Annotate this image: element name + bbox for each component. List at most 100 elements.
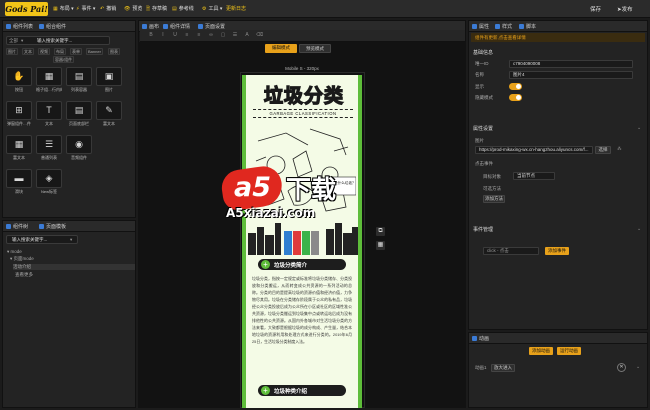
clear-icon[interactable]: ⌫	[256, 32, 263, 38]
run-animation-button[interactable]: 运行动画	[557, 347, 581, 355]
add-event-button[interactable]: 添加事件	[545, 247, 569, 255]
filter-chip[interactable]: 容器/组件	[53, 56, 75, 63]
toggle-label: 隐藏模式	[475, 95, 493, 100]
filter-chip[interactable]: 表单	[70, 48, 82, 55]
filter-chip[interactable]: 视频	[38, 48, 50, 55]
grid-icon: ▦	[36, 67, 62, 86]
add-animation-button[interactable]: 添加动画	[529, 347, 553, 355]
underline-icon[interactable]: U	[172, 32, 178, 38]
component-text[interactable]: T 文本	[36, 101, 62, 126]
tab-component-tree[interactable]: 组件树	[6, 223, 28, 230]
component-list-container[interactable]: ▤ 列表容器	[66, 67, 92, 92]
tab-styles[interactable]: 样式	[495, 23, 512, 30]
upload-button[interactable]: 选择	[595, 146, 611, 154]
filter-chip[interactable]: 图表	[108, 48, 120, 55]
chevron-down-icon[interactable]: ⌄	[636, 364, 640, 370]
add-method-button[interactable]: 添加方法	[483, 195, 505, 203]
component-footer[interactable]: ▤ 页面底部栏	[66, 101, 92, 126]
tab-page-settings[interactable]: 页面设置	[198, 23, 225, 30]
tree-icon	[6, 224, 11, 229]
filter-chip[interactable]: 文本	[22, 48, 34, 55]
component-search[interactable]: 全部 ▾ 输入搜索关键字...	[6, 36, 110, 45]
plus-icon: +	[261, 386, 270, 395]
tab-properties[interactable]: 属性	[472, 23, 489, 30]
tab-script[interactable]: 脚本	[519, 23, 536, 30]
component-popup[interactable]: ⊞ 弹窗组件…件	[6, 101, 32, 126]
list-icon[interactable]: ☰	[232, 32, 238, 38]
link-icon[interactable]: ∞	[208, 32, 214, 38]
edit-mode-button[interactable]: 编辑模式	[265, 44, 297, 53]
id-field[interactable]: c7904090008	[509, 60, 633, 68]
update-notice[interactable]: 组件有更新,点击查看详情	[471, 33, 645, 42]
image-url-field[interactable]: https://prod-mikaxing-wx.cn-hangzhou.ali…	[475, 146, 593, 154]
device-size-label: Mobile S - 320px	[285, 66, 319, 71]
save-button[interactable]: 保存	[590, 5, 601, 13]
chevron-down-icon[interactable]: ⌄	[637, 125, 641, 131]
page-title: 垃圾分类	[263, 84, 344, 107]
target-select[interactable]: 当前节点	[513, 172, 555, 180]
event-select[interactable]: click - 点击	[483, 247, 539, 255]
name-field[interactable]: 图片4	[509, 71, 633, 79]
italic-icon[interactable]: I	[160, 32, 166, 38]
tree-search[interactable]: 输入搜索关键字... ▾	[6, 235, 78, 244]
section-title: 垃圾种类介绍	[274, 389, 308, 395]
chevron-down-icon: ▾	[21, 38, 24, 43]
menu-guides[interactable]: ▤ 参考线	[172, 5, 194, 12]
tab-component-list[interactable]: 组件列表	[6, 23, 33, 30]
tree-item[interactable]: ▾ mode	[7, 249, 22, 255]
hidden-mode-toggle[interactable]	[509, 94, 522, 101]
body-text: 垃圾分类，指按一定规定或标准将垃圾分类储存、分类投放和分类搬运，从而转变成公共资…	[252, 276, 352, 344]
tree-item[interactable]: 查看更多	[15, 272, 33, 278]
menu-changelog[interactable]: 更新日志	[226, 5, 246, 12]
menu-layout[interactable]: ▦ 布局 ▾	[53, 5, 74, 12]
color-icon[interactable]: A	[244, 32, 250, 38]
search-input[interactable]: 输入搜索关键字...	[37, 38, 72, 44]
component-button[interactable]: ✋ 按钮	[6, 67, 32, 92]
menu-undo[interactable]: ↶ 撤销	[100, 5, 116, 12]
bolt-icon: ⚡	[76, 6, 80, 12]
tab-combo-components[interactable]: 组合组件	[39, 23, 66, 30]
menu-tools[interactable]: ⚙ 工具 ▾	[202, 5, 222, 12]
tab-page-templates[interactable]: 页面模板	[39, 223, 66, 230]
menu-event[interactable]: ⚡ 事件 ▾	[76, 5, 95, 12]
animation-tabs: 动画	[469, 333, 647, 344]
category-select[interactable]: 全部	[9, 38, 18, 44]
filter-chip[interactable]: 图片	[6, 48, 18, 55]
target-label: 目标对象	[483, 174, 501, 179]
style-icon	[495, 24, 500, 29]
preview-mode-button[interactable]: 预览模式	[299, 44, 331, 53]
tree-item[interactable]: ▾ 页面mode	[10, 256, 34, 262]
component-plain-list[interactable]: ☰ 普通列表	[36, 135, 62, 160]
animation-type[interactable]: 放大进入	[491, 364, 515, 372]
align-center-icon[interactable]: ≡	[196, 32, 202, 38]
filter-chip[interactable]: 布局	[54, 48, 66, 55]
property-panel: 属性 样式 脚本 组件有更新,点击查看详情 基础信息 唯一ID c7904090…	[468, 20, 648, 330]
component-image[interactable]: ▣ 图片	[96, 67, 122, 92]
component-richtext[interactable]: ✎ 富文本	[96, 101, 122, 126]
tree-item-selected[interactable]: 活动介绍	[13, 264, 135, 270]
component-richtext-2[interactable]: ▦ 富文本	[6, 135, 32, 160]
component-grid[interactable]: ▦ 格子组…行内的	[36, 67, 62, 92]
component-new-tag[interactable]: ◈ New标签	[36, 169, 62, 194]
image-icon[interactable]: ▢	[220, 32, 226, 38]
align-left-icon[interactable]: ≡	[184, 32, 190, 38]
tab-animation[interactable]: 动画	[472, 335, 489, 342]
menu-draft[interactable]: 🗎 存草稿	[146, 5, 167, 14]
component-slider[interactable]: ▬ 滑块	[6, 169, 32, 194]
menu-preview[interactable]: 👁 预览	[124, 5, 142, 12]
city-skyline	[248, 223, 358, 255]
publish-button[interactable]: ➤发布	[617, 5, 633, 13]
tab-canvas[interactable]: 画布	[142, 23, 159, 30]
layers-icon[interactable]: ⧉	[376, 227, 385, 236]
chevron-down-icon[interactable]: ⌄	[637, 226, 641, 232]
bold-icon[interactable]: B	[148, 32, 154, 38]
watermark-logo: a5	[234, 172, 272, 203]
visible-toggle[interactable]	[509, 83, 522, 90]
grid-icon[interactable]: ▦	[376, 241, 385, 250]
close-icon[interactable]: ✕	[617, 363, 626, 372]
tree-search-input[interactable]: 输入搜索关键字...	[12, 237, 47, 243]
filter-chip[interactable]: Banner	[86, 48, 103, 55]
settings-icon	[198, 24, 203, 29]
component-audio[interactable]: ◉ 音频组件	[66, 135, 92, 160]
tab-component-detail[interactable]: 组件详情	[163, 23, 190, 30]
